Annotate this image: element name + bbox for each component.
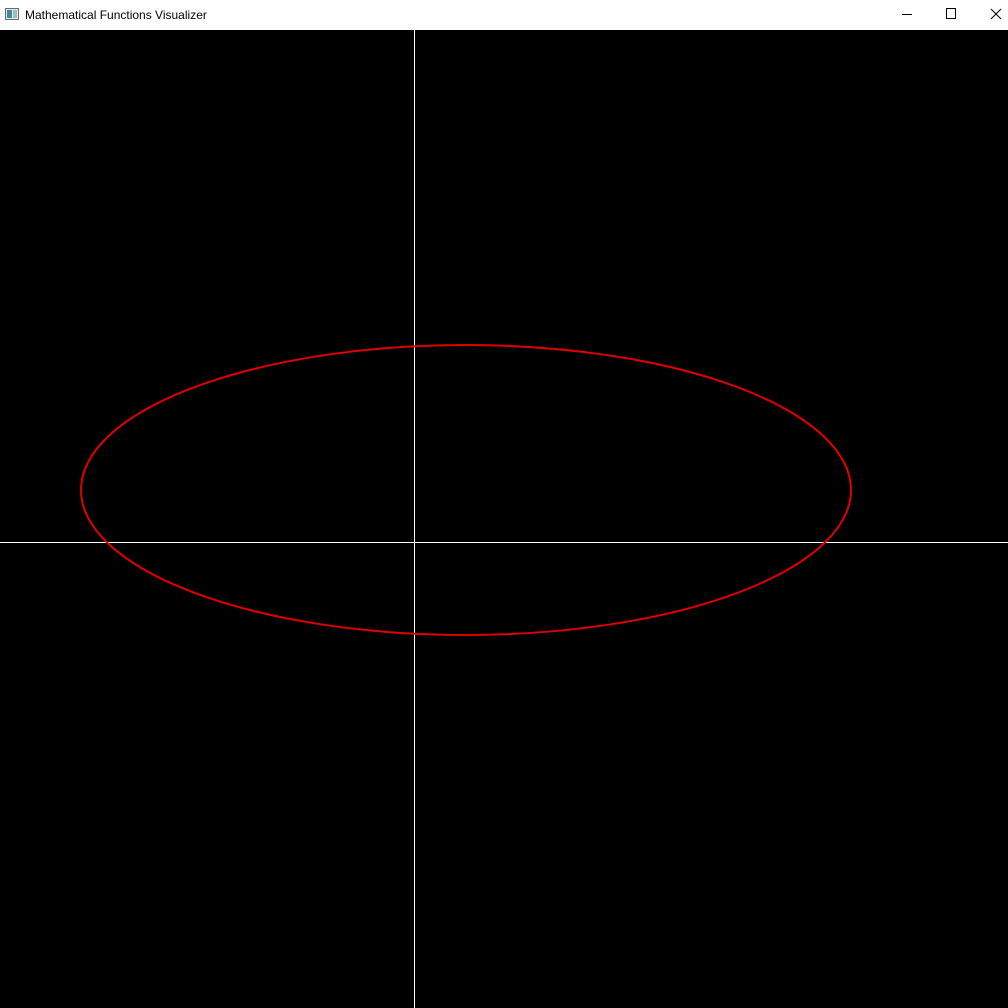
maximize-button[interactable] bbox=[930, 0, 976, 30]
plot-svg bbox=[0, 30, 1008, 1008]
app-window-icon[interactable] bbox=[5, 8, 19, 20]
plot-canvas[interactable] bbox=[0, 30, 1008, 1008]
window-title: Mathematical Functions Visualizer bbox=[25, 8, 207, 22]
minimize-icon bbox=[902, 14, 912, 15]
app-window: Mathematical Functions Visualizer bbox=[0, 0, 1008, 1008]
close-icon bbox=[990, 8, 1002, 20]
close-button[interactable] bbox=[974, 0, 1008, 30]
title-bar[interactable]: Mathematical Functions Visualizer bbox=[0, 0, 1008, 30]
maximize-icon bbox=[946, 8, 956, 19]
minimize-button[interactable] bbox=[884, 0, 930, 30]
function-curve-ellipse bbox=[80, 344, 852, 636]
